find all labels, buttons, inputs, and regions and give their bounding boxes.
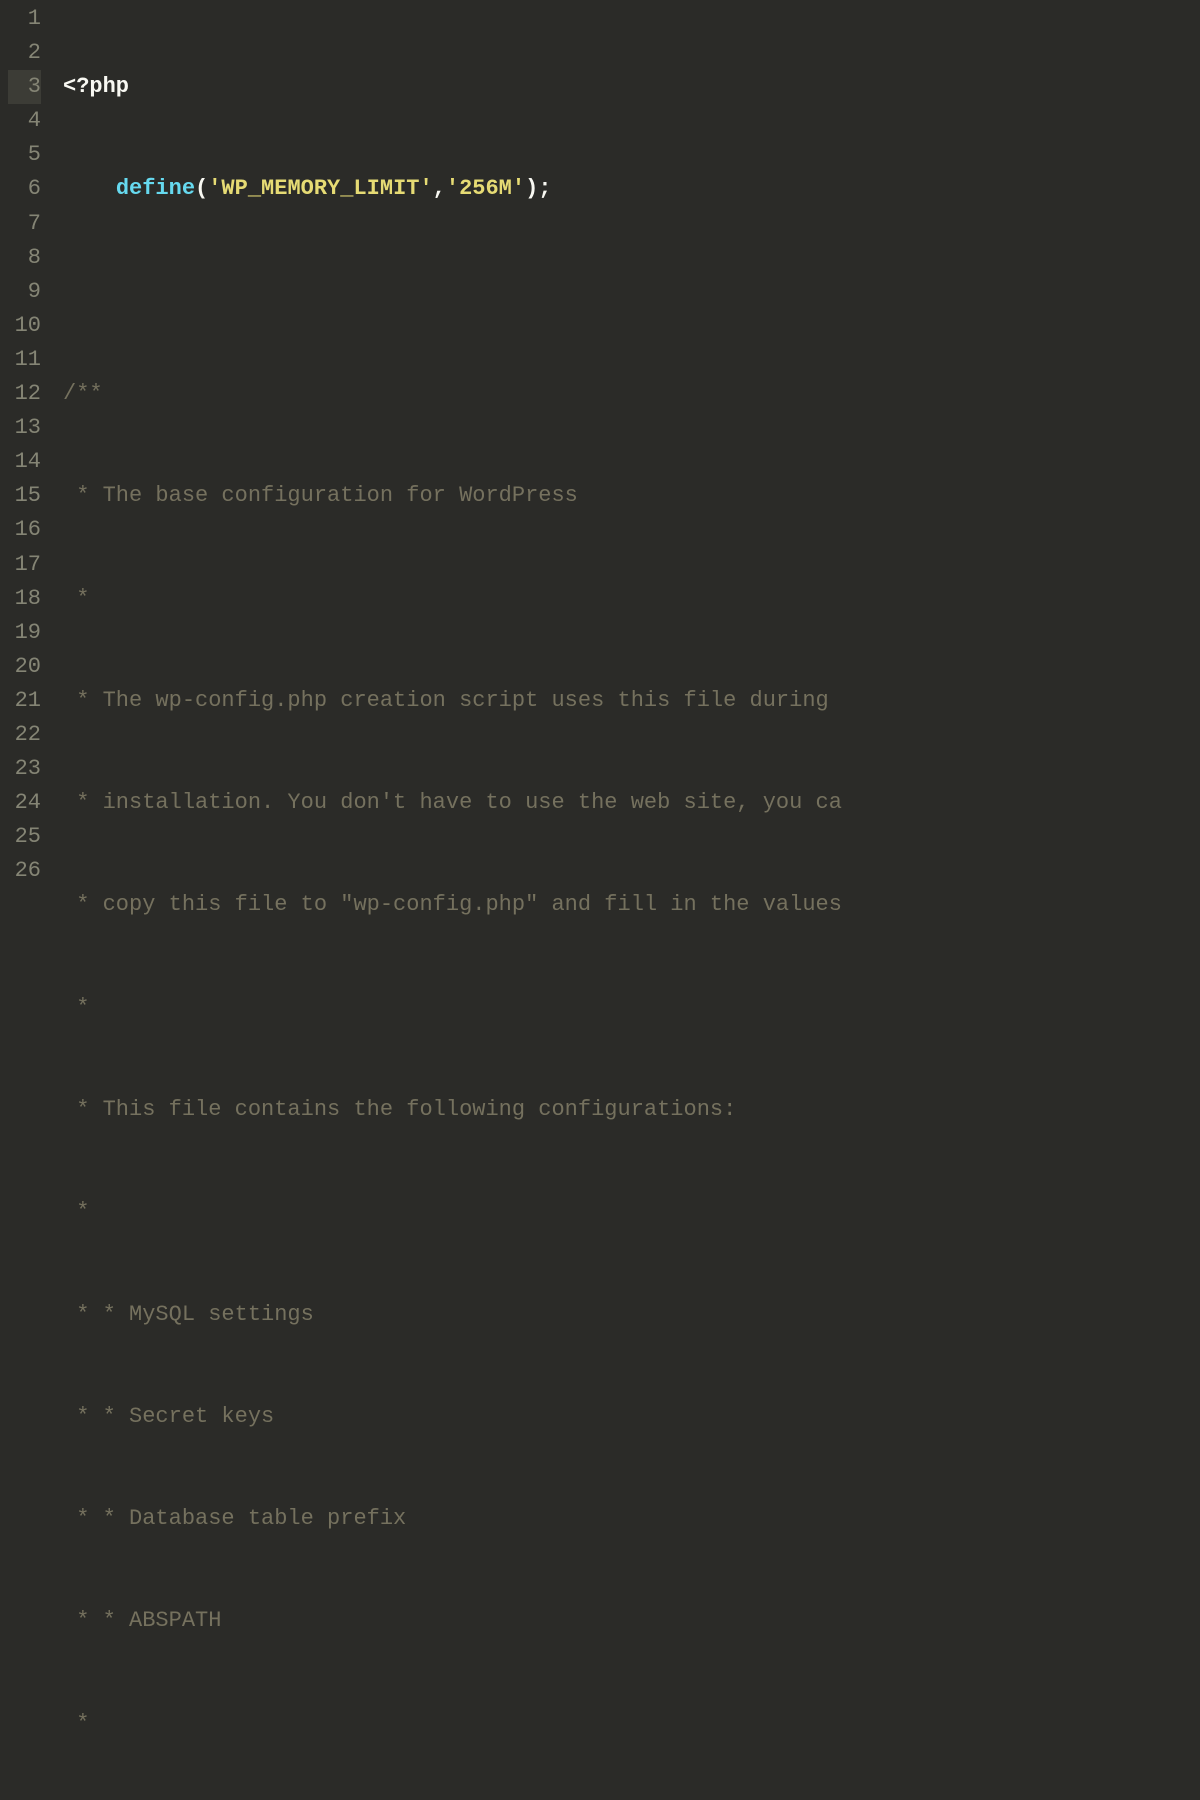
code-line: * This file contains the following confi…	[63, 1093, 1200, 1127]
doc-comment: *	[63, 586, 89, 611]
line-number: 17	[8, 548, 41, 582]
line-number: 21	[8, 684, 41, 718]
code-area[interactable]: <?php define('WP_MEMORY_LIMIT','256M'); …	[55, 2, 1200, 900]
line-number: 10	[8, 309, 41, 343]
code-line-current	[63, 275, 1200, 309]
function-call: define	[116, 176, 195, 201]
doc-comment: * This file contains the following confi…	[63, 1097, 736, 1122]
code-line: * copy this file to "wp-config.php" and …	[63, 888, 1200, 922]
code-line: * * ABSPATH	[63, 1604, 1200, 1638]
code-editor[interactable]: 1 2 3 4 5 6 7 8 9 10 11 12 13 14 15 16 1…	[0, 0, 1200, 900]
code-line: <?php	[63, 70, 1200, 104]
code-line: * * Secret keys	[63, 1400, 1200, 1434]
line-number: 1	[8, 2, 41, 36]
line-number: 16	[8, 513, 41, 547]
line-number: 15	[8, 479, 41, 513]
doc-comment: * installation. You don't have to use th…	[63, 790, 842, 815]
doc-comment: * copy this file to "wp-config.php" and …	[63, 892, 842, 917]
doc-comment: * The wp-config.php creation script uses…	[63, 688, 829, 713]
line-number: 13	[8, 411, 41, 445]
line-number: 18	[8, 582, 41, 616]
line-number: 11	[8, 343, 41, 377]
string-literal: 'WP_MEMORY_LIMIT'	[208, 176, 432, 201]
doc-comment: *	[63, 1199, 89, 1224]
line-number: 7	[8, 207, 41, 241]
doc-comment: * * ABSPATH	[63, 1608, 221, 1633]
line-number-gutter: 1 2 3 4 5 6 7 8 9 10 11 12 13 14 15 16 1…	[0, 2, 55, 900]
code-line: *	[63, 582, 1200, 616]
line-number: 2	[8, 36, 41, 70]
line-number: 22	[8, 718, 41, 752]
doc-comment: *	[63, 995, 89, 1020]
code-line: /**	[63, 377, 1200, 411]
line-number: 24	[8, 786, 41, 820]
line-number: 4	[8, 104, 41, 138]
line-number: 20	[8, 650, 41, 684]
code-line: * The base configuration for WordPress	[63, 479, 1200, 513]
doc-comment: * * Secret keys	[63, 1404, 274, 1429]
line-number: 26	[8, 854, 41, 888]
doc-comment: * * MySQL settings	[63, 1302, 314, 1327]
line-number: 14	[8, 445, 41, 479]
doc-comment: * The base configuration for WordPress	[63, 483, 578, 508]
line-number: 23	[8, 752, 41, 786]
doc-comment: /**	[63, 381, 103, 406]
line-number: 12	[8, 377, 41, 411]
line-number: 19	[8, 616, 41, 650]
doc-comment: *	[63, 1711, 89, 1736]
string-literal: '256M'	[446, 176, 525, 201]
line-number: 9	[8, 275, 41, 309]
code-line: *	[63, 1707, 1200, 1741]
code-line: * * Database table prefix	[63, 1502, 1200, 1536]
line-number: 6	[8, 172, 41, 206]
line-number: 25	[8, 820, 41, 854]
line-number: 5	[8, 138, 41, 172]
line-number-current: 3	[8, 70, 41, 104]
code-line: * * MySQL settings	[63, 1298, 1200, 1332]
code-line: *	[63, 991, 1200, 1025]
code-line: define('WP_MEMORY_LIMIT','256M');	[63, 172, 1200, 206]
line-number: 8	[8, 241, 41, 275]
code-line: * The wp-config.php creation script uses…	[63, 684, 1200, 718]
code-line: *	[63, 1195, 1200, 1229]
code-line: * installation. You don't have to use th…	[63, 786, 1200, 820]
doc-comment: * * Database table prefix	[63, 1506, 406, 1531]
php-open-tag: <?php	[63, 74, 129, 99]
